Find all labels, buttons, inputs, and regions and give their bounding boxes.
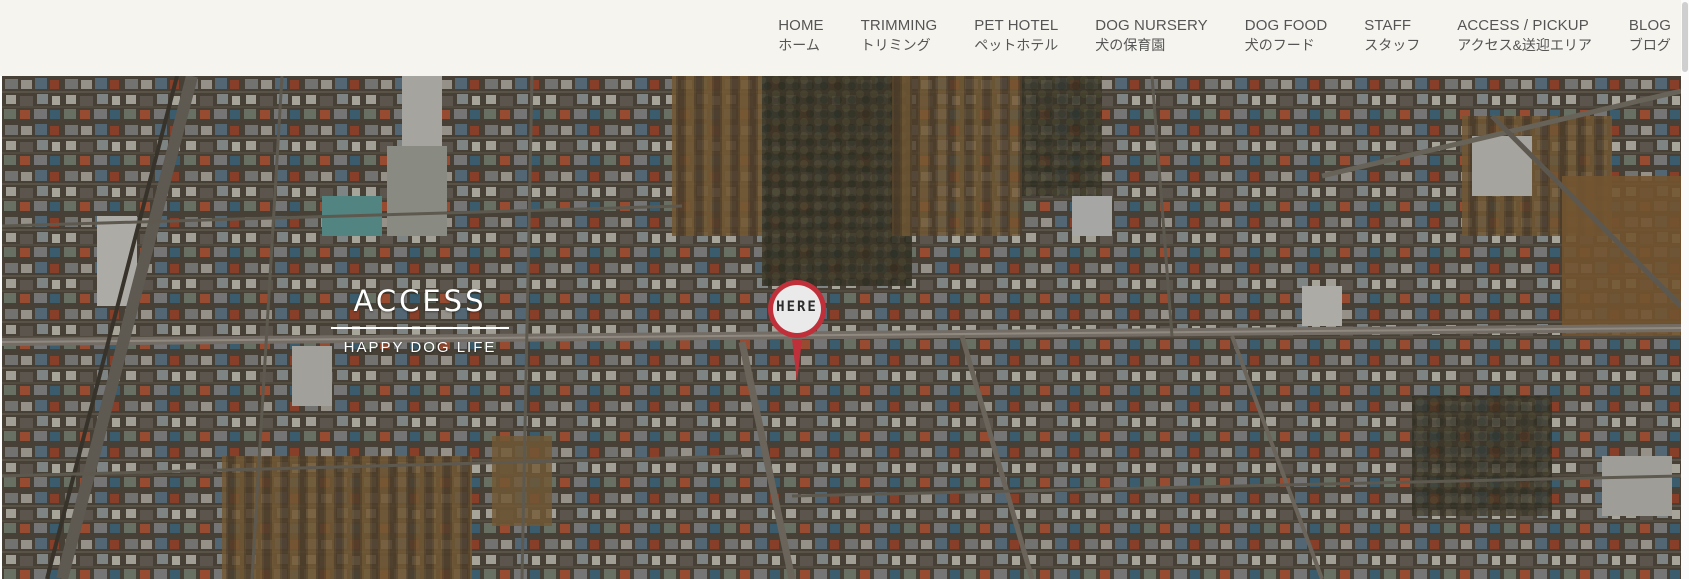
hero-aerial-map: ACCESS HAPPY DOG LIFE HERE	[2, 76, 1681, 579]
nav-item-pet-hotel[interactable]: PET HOTEL ペットホテル	[974, 16, 1058, 54]
location-marker: HERE	[765, 279, 829, 384]
nav-item-sublabel: 犬の保育園	[1095, 37, 1166, 53]
nav-item-access-pickup[interactable]: ACCESS / PICKUP アクセス&送迎エリア	[1457, 16, 1592, 54]
hero-title-block: ACCESS HAPPY DOG LIFE	[330, 283, 510, 356]
nav-item-sublabel: ホーム	[778, 37, 820, 53]
nav-item-dog-nursery[interactable]: DOG NURSERY 犬の保育園	[1095, 16, 1208, 54]
nav-item-label: BLOG	[1628, 17, 1671, 34]
scrollbar[interactable]	[1681, 0, 1689, 579]
aerial-photo	[2, 76, 1681, 579]
page-title: ACCESS	[353, 284, 487, 318]
nav-item-sublabel: 犬のフード	[1244, 37, 1315, 53]
nav-item-label: ACCESS / PICKUP	[1457, 17, 1589, 34]
nav-item-label: DOG FOOD	[1244, 17, 1328, 34]
site-header: HOME ホーム TRIMMING トリミング PET HOTEL ペットホテル…	[0, 0, 1689, 76]
nav-item-blog[interactable]: BLOG ブログ	[1629, 16, 1671, 54]
nav-item-label: DOG NURSERY	[1095, 17, 1208, 34]
title-divider	[331, 327, 509, 329]
nav-item-sublabel: スタッフ	[1364, 37, 1421, 53]
nav-item-sublabel: ペットホテル	[974, 37, 1059, 53]
nav-item-label: TRIMMING	[860, 17, 938, 34]
scrollbar-thumb[interactable]	[1682, 2, 1688, 72]
nav-item-dog-food[interactable]: DOG FOOD 犬のフード	[1245, 16, 1327, 54]
page-subtitle: HAPPY DOG LIFE	[343, 339, 497, 356]
nav-item-home[interactable]: HOME ホーム	[778, 16, 823, 54]
nav-item-label: STAFF	[1364, 17, 1412, 34]
map-pin-icon	[768, 280, 826, 382]
nav-item-sublabel: トリミング	[860, 37, 931, 53]
nav-item-staff[interactable]: STAFF スタッフ	[1364, 16, 1420, 54]
nav-item-trimming[interactable]: TRIMMING トリミング	[861, 16, 938, 54]
marker-label: HERE	[776, 299, 818, 315]
main-nav: HOME ホーム TRIMMING トリミング PET HOTEL ペットホテル…	[778, 16, 1671, 60]
nav-item-sublabel: ブログ	[1628, 37, 1671, 53]
nav-item-label: PET HOTEL	[974, 17, 1059, 34]
nav-item-label: HOME	[778, 17, 824, 34]
nav-item-sublabel: アクセス&送迎エリア	[1457, 37, 1592, 53]
